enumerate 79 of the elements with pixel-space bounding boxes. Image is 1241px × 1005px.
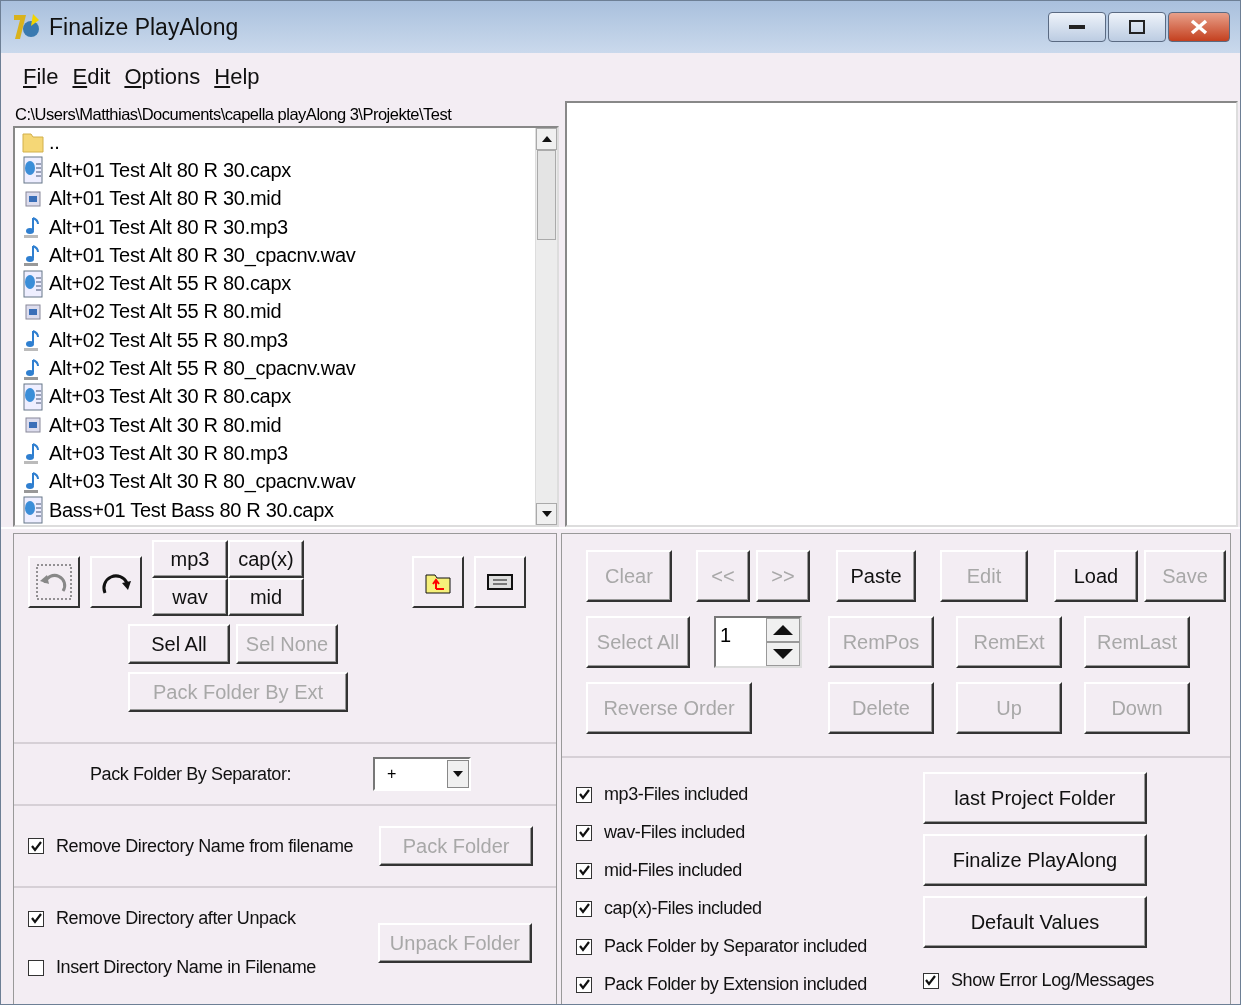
- option-label: Remove Directory after Unpack: [56, 908, 296, 929]
- checkbox[interactable]: [576, 976, 592, 993]
- minimize-icon: [1069, 24, 1085, 30]
- checkbox[interactable]: [922, 972, 939, 989]
- increment-button[interactable]: [766, 618, 800, 642]
- redo-button[interactable]: [90, 556, 142, 608]
- file-name[interactable]: Alt+03 Test Alt 30 R 80_cpacnv.wav: [49, 470, 356, 494]
- option-label: Pack Folder by Separator included: [604, 936, 867, 957]
- file-name[interactable]: Alt+02 Test Alt 55 R 80.capx: [49, 272, 291, 296]
- folder-path: C:\Users\Matthias\Documents\capella playAlong 3\Projekte\Test: [14, 104, 453, 125]
- list-icon: [487, 574, 513, 590]
- maximize-icon: [1129, 20, 1145, 34]
- file-name[interactable]: ..: [49, 130, 60, 154]
- undo-button[interactable]: [28, 556, 80, 608]
- folder-icon: [21, 130, 45, 155]
- file-name[interactable]: Alt+01 Test Alt 80 R 30.mp3: [49, 215, 288, 239]
- close-icon: [1190, 19, 1208, 35]
- checkbox[interactable]: [576, 900, 592, 917]
- option-label: Remove Directory Name from filename: [56, 835, 354, 857]
- option-label: Show Error Log/Messages: [950, 970, 1154, 991]
- menu-item[interactable]: Help: [214, 64, 260, 90]
- filter-button[interactable]: cap(x): [228, 540, 304, 578]
- action-button[interactable]: Finalize PlayAlong: [922, 834, 1147, 886]
- paste-button[interactable]: Paste: [836, 550, 916, 602]
- folder-up-button[interactable]: [412, 556, 464, 608]
- checkbox[interactable]: [28, 959, 44, 976]
- decrement-button[interactable]: [766, 642, 800, 666]
- option-label: wav-Files included: [604, 822, 745, 843]
- checkbox[interactable]: [576, 824, 592, 841]
- menu-item[interactable]: File: [23, 64, 59, 90]
- action-button[interactable]: last Project Folder: [922, 772, 1147, 824]
- menu-item[interactable]: Options: [124, 64, 201, 90]
- select-button[interactable]: Sel All: [128, 624, 230, 664]
- document-icon: [21, 382, 45, 411]
- document-icon: [21, 269, 45, 298]
- window-title: Finalize PlayAlong: [49, 13, 239, 41]
- scroll-up-icon: [541, 136, 552, 142]
- scroll-down-icon: [541, 511, 552, 517]
- file-name[interactable]: Alt+01 Test Alt 80 R 30_cpacnv.wav: [49, 243, 356, 267]
- scrollbar[interactable]: [535, 128, 557, 525]
- list-button[interactable]: [474, 556, 526, 608]
- scrollbar-thumb[interactable]: [537, 150, 556, 240]
- checkbox[interactable]: [28, 910, 44, 927]
- load-button[interactable]: Load: [1054, 550, 1138, 602]
- document-icon: [21, 496, 45, 524]
- filter-button[interactable]: mid: [228, 578, 304, 616]
- minimize-button[interactable]: [1048, 12, 1106, 42]
- option-label: mid-Files included: [604, 860, 742, 881]
- checkbox[interactable]: [28, 838, 44, 854]
- option-label: Pack Folder by Extension included: [604, 974, 867, 995]
- file-name[interactable]: Alt+03 Test Alt 30 R 80.mp3: [49, 441, 288, 465]
- file-name[interactable]: Alt+03 Test Alt 30 R 80.mid: [49, 413, 282, 437]
- checkbox[interactable]: [576, 938, 592, 955]
- document-icon: [21, 156, 45, 185]
- action-button[interactable]: Default Values: [922, 896, 1147, 948]
- up-arrow-icon: [773, 625, 793, 635]
- separator-dropdown[interactable]: +: [373, 757, 472, 791]
- file-name[interactable]: Alt+01 Test Alt 80 R 30.capx: [49, 158, 291, 182]
- filter-button[interactable]: mp3: [152, 540, 228, 578]
- option-label: mp3-Files included: [604, 784, 748, 805]
- count-spinner[interactable]: 1: [714, 616, 802, 668]
- close-button[interactable]: [1168, 12, 1230, 42]
- dropdown-arrow-icon: [453, 771, 464, 777]
- file-name[interactable]: Bass+01 Test Bass 80 R 30.capx: [49, 498, 334, 522]
- maximize-button[interactable]: [1108, 12, 1166, 42]
- file-name[interactable]: Alt+02 Test Alt 55 R 80.mid: [49, 300, 282, 324]
- file-name[interactable]: Alt+01 Test Alt 80 R 30.mid: [49, 187, 282, 211]
- file-name[interactable]: Alt+03 Test Alt 30 R 80.capx: [49, 385, 291, 409]
- down-arrow-icon: [773, 649, 793, 659]
- file-name[interactable]: Alt+02 Test Alt 55 R 80_cpacnv.wav: [49, 357, 356, 380]
- checkbox[interactable]: [576, 786, 592, 803]
- separator-label: Pack Folder By Separator:: [90, 763, 292, 785]
- undo-icon: [35, 563, 73, 601]
- file-name[interactable]: Alt+02 Test Alt 55 R 80.mp3: [49, 328, 288, 352]
- option-label: Insert Directory Name in Filename: [56, 957, 316, 978]
- filter-button[interactable]: wav: [152, 578, 228, 616]
- option-label: cap(x)-Files included: [604, 898, 762, 919]
- checkbox[interactable]: [576, 862, 592, 879]
- menu-item[interactable]: Edit: [72, 64, 111, 90]
